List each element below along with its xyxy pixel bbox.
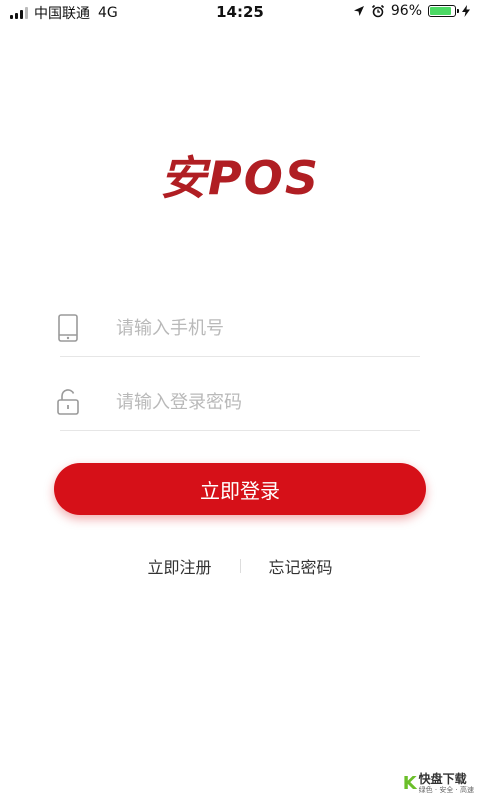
- password-field-row: [57, 374, 420, 431]
- alarm-clock-icon: [371, 4, 384, 18]
- watermark-brand: 快盘下载: [418, 772, 467, 786]
- battery-icon: [428, 5, 459, 17]
- battery-percent: 96%: [390, 3, 422, 19]
- phone-field-row: [58, 300, 420, 357]
- watermark: K 快盘下载 绿色 · 安全 · 高速: [403, 773, 474, 794]
- app-logo: 安POS: [160, 151, 320, 205]
- password-input[interactable]: [114, 390, 398, 414]
- location-arrow-icon: [353, 6, 364, 16]
- charging-bolt-icon: [462, 5, 470, 17]
- watermark-k-icon: K: [402, 773, 417, 794]
- login-button[interactable]: 立即登录: [54, 463, 426, 515]
- status-right: 96%: [353, 3, 470, 19]
- unlock-icon: [56, 388, 80, 416]
- watermark-tagline: 绿色 · 安全 · 高速: [418, 786, 474, 794]
- battery-fill: [430, 7, 452, 15]
- watermark-text: 快盘下载 绿色 · 安全 · 高速: [419, 773, 474, 794]
- register-link[interactable]: 立即注册: [147, 554, 211, 578]
- status-bar: 中国联通 4G 14:25 96%: [0, 0, 480, 24]
- link-divider: [239, 559, 241, 573]
- forgot-password-link[interactable]: 忘记密码: [269, 554, 333, 578]
- phone-input[interactable]: [114, 316, 398, 340]
- mobile-phone-icon: [56, 314, 80, 342]
- secondary-links: 立即注册 忘记密码: [0, 554, 480, 578]
